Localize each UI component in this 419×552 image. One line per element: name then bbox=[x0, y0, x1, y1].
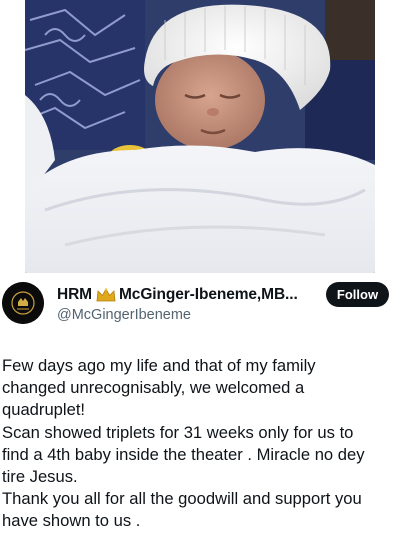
crown-icon bbox=[96, 287, 116, 303]
newborn-photo-illustration bbox=[25, 0, 375, 273]
author-display-name: McGinger-Ibeneme,MB... bbox=[119, 286, 298, 303]
follow-button[interactable]: Follow bbox=[326, 282, 389, 307]
author-name-row[interactable]: HRM McGinger-Ibeneme,MB... bbox=[57, 286, 298, 304]
tweet-body-text: Few days ago my life and that of my fami… bbox=[2, 356, 365, 531]
tweet-photo[interactable] bbox=[25, 0, 375, 273]
crest-logo-icon bbox=[2, 282, 44, 324]
author-name-prefix: HRM bbox=[57, 286, 92, 303]
author-handle[interactable]: @McGingerIbeneme bbox=[57, 307, 191, 323]
author-avatar[interactable] bbox=[2, 282, 44, 324]
tweet-author-header: HRM McGinger-Ibeneme,MB... @McGingerIben… bbox=[2, 282, 417, 332]
